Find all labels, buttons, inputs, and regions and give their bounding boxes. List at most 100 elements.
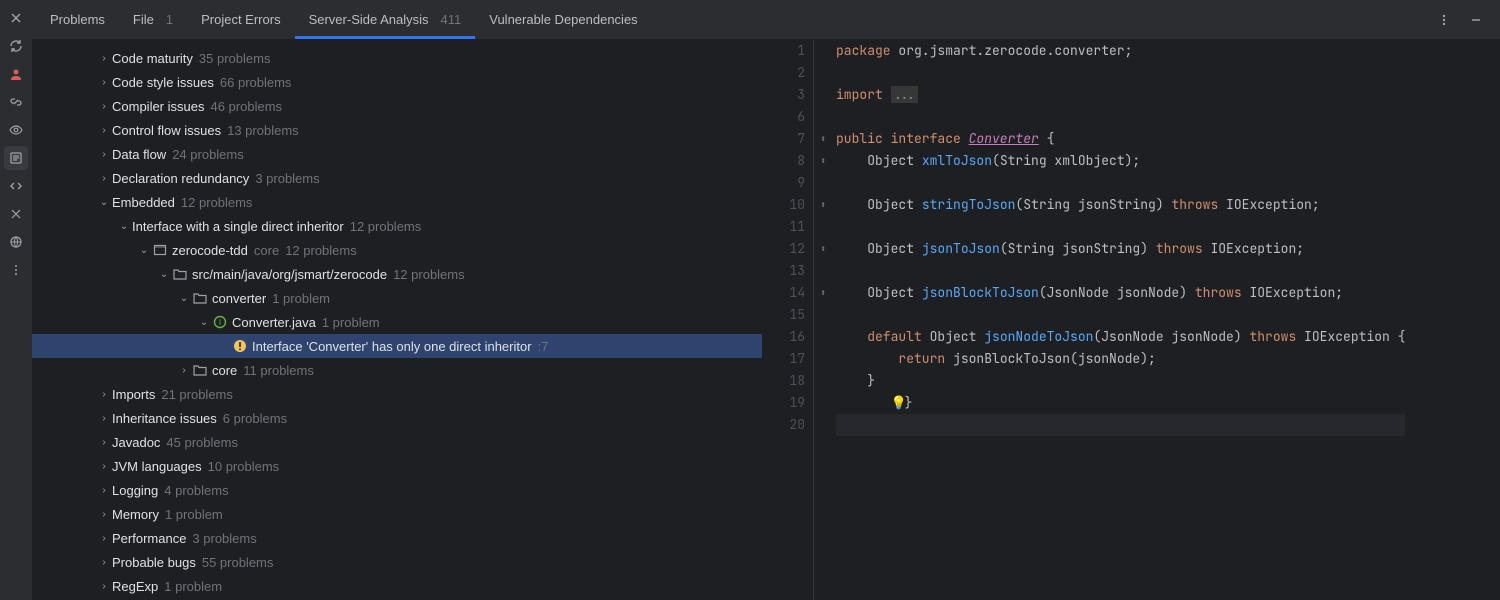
tree-label: Imports: [112, 387, 155, 402]
tree-row[interactable]: ›Control flow issues13 problems: [32, 118, 762, 142]
tree-row[interactable]: ⌄converter1 problem: [32, 286, 762, 310]
tree-row[interactable]: ›Probable bugs55 problems: [32, 550, 762, 574]
chevron-right-icon[interactable]: ›: [96, 173, 112, 184]
chevron-right-icon[interactable]: ›: [96, 509, 112, 520]
code-line[interactable]: [836, 216, 1405, 238]
code-line[interactable]: [836, 106, 1405, 128]
gutter-mark[interactable]: ⬍: [814, 150, 832, 172]
line-number: 8: [764, 150, 805, 172]
gutter-mark[interactable]: ⬍: [814, 128, 832, 150]
code-line[interactable]: }: [836, 370, 1405, 392]
tree-row[interactable]: ›Javadoc45 problems: [32, 430, 762, 454]
minimize-icon[interactable]: [1464, 8, 1488, 32]
main-panel: ProblemsFile1Project ErrorsServer-Side A…: [32, 0, 1500, 600]
chevron-right-icon[interactable]: ›: [96, 389, 112, 400]
chevron-right-icon[interactable]: ›: [96, 581, 112, 592]
code-line[interactable]: Object jsonToJson(String jsonString) thr…: [836, 238, 1405, 260]
tree-row[interactable]: ⌄zerocode-tddcore12 problems: [32, 238, 762, 262]
tree-row[interactable]: ›RegExp1 problem: [32, 574, 762, 598]
code-line[interactable]: public interface Converter {: [836, 128, 1405, 150]
refresh-icon[interactable]: [4, 34, 28, 58]
tree-row[interactable]: ›JVM languages10 problems: [32, 454, 762, 478]
gutter-mark: [814, 348, 832, 370]
chevron-right-icon[interactable]: ›: [96, 413, 112, 424]
chevron-down-icon[interactable]: ⌄: [136, 245, 152, 256]
link-icon[interactable]: [4, 90, 28, 114]
chevron-down-icon[interactable]: ⌄: [156, 269, 172, 280]
code-line[interactable]: import ...: [836, 84, 1405, 106]
chevron-right-icon[interactable]: ›: [96, 125, 112, 136]
user-icon[interactable]: [4, 62, 28, 86]
chevron-down-icon[interactable]: ⌄: [116, 221, 132, 232]
problems-tree[interactable]: ›Code maturity35 problems›Code style iss…: [32, 40, 762, 600]
chevron-right-icon[interactable]: ›: [96, 533, 112, 544]
chevron-right-icon[interactable]: ›: [96, 101, 112, 112]
line-number: 3: [764, 84, 805, 106]
tree-row[interactable]: ›Code maturity35 problems: [32, 46, 762, 70]
tree-row[interactable]: ⌄Interface with a single direct inherito…: [32, 214, 762, 238]
chevron-right-icon[interactable]: ›: [96, 485, 112, 496]
tree-row[interactable]: ›Data flow24 problems: [32, 142, 762, 166]
tree-label: converter: [212, 291, 266, 306]
chevron-down-icon[interactable]: ⌄: [176, 293, 192, 304]
tree-row[interactable]: ›Imports21 problems: [32, 382, 762, 406]
close-icon[interactable]: [4, 6, 28, 30]
tab-file[interactable]: File1: [119, 0, 187, 39]
code-line[interactable]: default Object jsonNodeToJson(JsonNode j…: [836, 326, 1405, 348]
code-line[interactable]: [836, 414, 1405, 436]
tree-row[interactable]: ›core11 problems: [32, 358, 762, 382]
chevron-right-icon[interactable]: ›: [96, 77, 112, 88]
chevron-down-icon[interactable]: ⌄: [96, 197, 112, 208]
code-line[interactable]: Object stringToJson(String jsonString) t…: [836, 194, 1405, 216]
tab-project-errors[interactable]: Project Errors: [187, 0, 294, 39]
web-icon[interactable]: [4, 230, 28, 254]
tree-row[interactable]: ›Performance3 problems: [32, 526, 762, 550]
tree-label: Code maturity: [112, 51, 193, 66]
tree-row[interactable]: ›Inheritance issues6 problems: [32, 406, 762, 430]
tree-row[interactable]: ›Compiler issues46 problems: [32, 94, 762, 118]
tree-row[interactable]: ›Code style issues66 problems: [32, 70, 762, 94]
code-icon[interactable]: [4, 174, 28, 198]
tree-row[interactable]: Interface 'Converter' has only one direc…: [32, 334, 762, 358]
chevron-right-icon[interactable]: ›: [96, 461, 112, 472]
kebab-icon[interactable]: [1432, 8, 1456, 32]
tab-problems[interactable]: Problems: [36, 0, 119, 39]
line-number: 18: [764, 370, 805, 392]
more-icon[interactable]: [4, 258, 28, 282]
code-line[interactable]: package org.jsmart.zerocode.converter;: [836, 40, 1405, 62]
chevron-right-icon[interactable]: ›: [96, 557, 112, 568]
code-line[interactable]: return jsonBlockToJson(jsonNode);: [836, 348, 1405, 370]
intention-bulb-icon[interactable]: 💡: [891, 392, 905, 414]
tree-count: 6 problems: [223, 411, 287, 426]
code-line[interactable]: [836, 172, 1405, 194]
chevron-right-icon[interactable]: ›: [96, 149, 112, 160]
gutter-mark[interactable]: ⬍: [814, 238, 832, 260]
code-line[interactable]: [836, 62, 1405, 84]
code-line[interactable]: Object jsonBlockToJson(JsonNode jsonNode…: [836, 282, 1405, 304]
tree-row[interactable]: ›Memory1 problem: [32, 502, 762, 526]
tree-row[interactable]: ⌄src/main/java/org/jsmart/zerocode12 pro…: [32, 262, 762, 286]
code-line[interactable]: Object xmlToJson(String xmlObject);: [836, 150, 1405, 172]
tab-server-side-analysis[interactable]: Server-Side Analysis411: [295, 0, 476, 39]
tree-row[interactable]: ⌄IConverter.java1 problem: [32, 310, 762, 334]
tree-row[interactable]: ⌄Embedded12 problems: [32, 190, 762, 214]
chevron-down-icon[interactable]: ⌄: [196, 317, 212, 328]
line-number: 1: [764, 40, 805, 62]
chevron-right-icon[interactable]: ›: [96, 437, 112, 448]
gutter-mark[interactable]: ⬍: [814, 282, 832, 304]
code-preview[interactable]: 12367891011121314151617181920 ⬍⬍ ⬍ ⬍ ⬍ p…: [764, 40, 1500, 600]
cancel-icon[interactable]: [4, 202, 28, 226]
eye-icon[interactable]: [4, 118, 28, 142]
code-line[interactable]: 💡}: [836, 392, 1405, 414]
svg-text:I: I: [219, 318, 221, 327]
preview-icon[interactable]: [4, 146, 28, 170]
tab-vulnerable-dependencies[interactable]: Vulnerable Dependencies: [475, 0, 651, 39]
chevron-right-icon[interactable]: ›: [96, 53, 112, 64]
code-line[interactable]: [836, 304, 1405, 326]
tree-count: 10 problems: [208, 459, 280, 474]
tree-row[interactable]: ›Declaration redundancy3 problems: [32, 166, 762, 190]
tree-row[interactable]: ›Logging4 problems: [32, 478, 762, 502]
code-line[interactable]: [836, 260, 1405, 282]
chevron-right-icon[interactable]: ›: [176, 365, 192, 376]
gutter-mark[interactable]: ⬍: [814, 194, 832, 216]
